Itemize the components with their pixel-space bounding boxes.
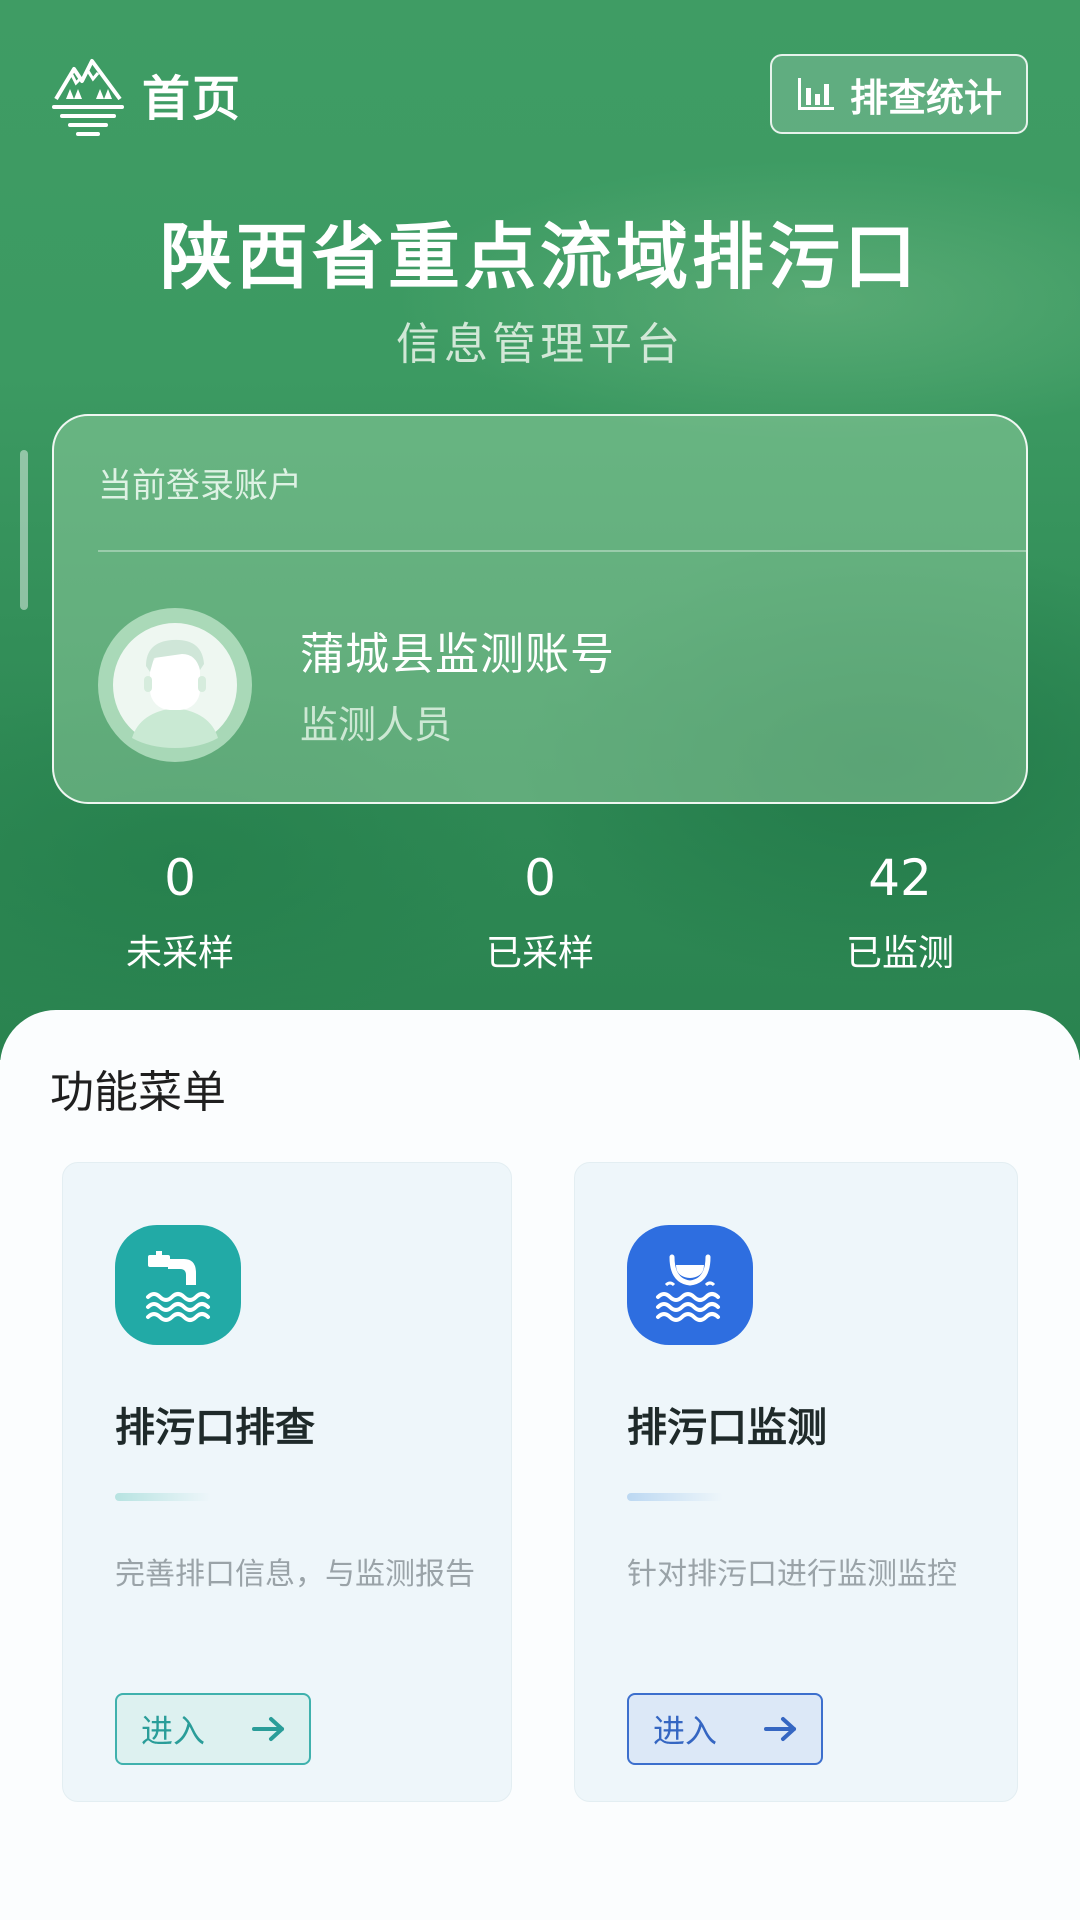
page-title: 首页 [142, 71, 243, 127]
enter-button-monitoring[interactable]: 进入 [627, 1693, 823, 1765]
menu-item-name: 排污口监测 [627, 1405, 827, 1451]
menu-icon-container [115, 1225, 241, 1345]
water-sampling-icon [656, 1254, 720, 1322]
user-avatar-icon [113, 623, 237, 748]
menu-icon-container [627, 1225, 753, 1345]
count-value: 42 [868, 849, 932, 907]
count-value: 0 [164, 849, 196, 907]
menu-card-outfall-survey[interactable]: 排污口排查 完善排口信息，与监测报告 进入 [62, 1162, 512, 1802]
accent-bar [627, 1493, 723, 1501]
count-label: 已监测 [845, 933, 954, 974]
count-value: 0 [524, 849, 556, 907]
mountain-water-logo-icon [52, 59, 124, 136]
hero-background: 首页 排查统计 陕西省重点流域排污口 信息管理平台 当前登录账户 蒲城县监测账号… [0, 0, 1080, 1060]
stats-button-label: 排查统计 [849, 75, 1002, 120]
top-bar: 首页 排查统计 [52, 52, 1028, 136]
count-label: 已采样 [485, 933, 594, 974]
count-unsampled[interactable]: 0 未采样 [0, 848, 360, 978]
brand: 首页 [52, 49, 242, 139]
count-label: 未采样 [125, 933, 234, 974]
stats-button[interactable]: 排查统计 [770, 54, 1028, 134]
count-summary: 0 未采样 0 已采样 42 已监测 [0, 848, 1080, 978]
menu-item-description: 完善排口信息，与监测报告 [115, 1557, 475, 1592]
menu-section-title: 功能菜单 [50, 1067, 226, 1118]
arrow-right-icon [252, 1717, 284, 1741]
enter-button-label: 进入 [653, 1712, 718, 1750]
platform-title: 陕西省重点流域排污口 [159, 215, 920, 299]
outfall-pipe-icon [146, 1251, 210, 1322]
accent-bar [115, 1493, 211, 1501]
avatar [98, 608, 252, 762]
function-menu-panel: 功能菜单 排污口排查 完善排口信息，与监测报告 进入 排污口监测 针对排污口进行… [0, 1010, 1080, 1920]
account-name: 蒲城县监测账号 [300, 629, 615, 680]
menu-card-outfall-monitoring[interactable]: 排污口监测 针对排污口进行监测监控 进入 [574, 1162, 1018, 1802]
bar-chart-icon [797, 78, 834, 110]
arrow-right-icon [764, 1717, 796, 1741]
menu-item-name: 排污口排查 [115, 1405, 315, 1451]
screen: 首页 排查统计 陕西省重点流域排污口 信息管理平台 当前登录账户 蒲城县监测账号… [0, 0, 1080, 1920]
account-role: 监测人员 [300, 703, 453, 747]
platform-subtitle: 信息管理平台 [396, 319, 684, 370]
scroll-indicator [20, 450, 28, 610]
divider [98, 550, 1026, 552]
account-label: 当前登录账户 [98, 466, 302, 506]
account-card: 当前登录账户 蒲城县监测账号 监测人员 [52, 414, 1028, 804]
enter-button-survey[interactable]: 进入 [115, 1693, 311, 1765]
menu-item-description: 针对排污口进行监测监控 [627, 1557, 957, 1592]
count-sampled[interactable]: 0 已采样 [360, 848, 720, 978]
count-monitored[interactable]: 42 已监测 [720, 848, 1080, 978]
enter-button-label: 进入 [141, 1712, 206, 1750]
